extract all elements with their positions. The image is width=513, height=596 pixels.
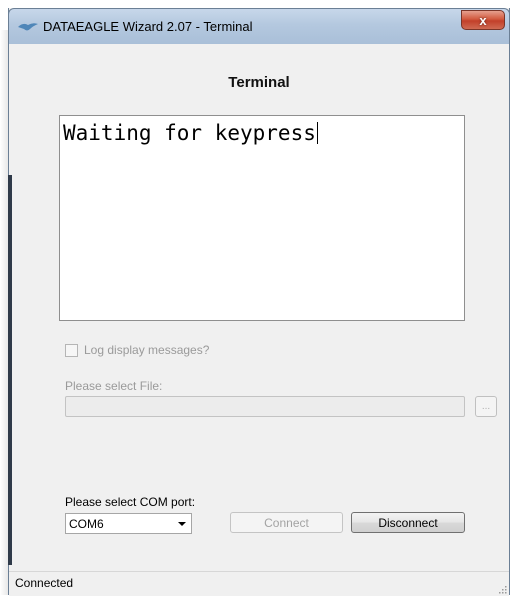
text-caret <box>316 122 318 144</box>
eagle-app-icon <box>18 23 38 31</box>
log-messages-option[interactable]: Log display messages? <box>65 342 209 358</box>
status-bar: Connected <box>9 571 509 596</box>
page-title: Terminal <box>228 74 290 91</box>
window-shadow-edge <box>8 175 12 565</box>
status-text: Connected <box>15 576 74 590</box>
file-path-field[interactable] <box>65 396 465 417</box>
window-title: DATAEAGLE Wizard 2.07 - Terminal <box>43 19 253 34</box>
com-port-label: Please select COM port: <box>65 495 196 509</box>
wizard-window: DATAEAGLE Wizard 2.07 - Terminal x Termi… <box>8 8 510 596</box>
terminal-text: Waiting for keypress <box>63 121 316 145</box>
resize-grip-icon[interactable] <box>497 584 507 594</box>
connect-button[interactable]: Connect <box>230 512 343 533</box>
ellipsis-icon: ... <box>481 401 491 412</box>
background-edge <box>0 30 8 595</box>
close-button[interactable]: x <box>461 10 505 30</box>
com-port-select[interactable]: COM6 <box>65 513 192 534</box>
close-icon: x <box>479 12 487 28</box>
title-bar[interactable]: DATAEAGLE Wizard 2.07 - Terminal x <box>8 8 510 44</box>
disconnect-button[interactable]: Disconnect <box>351 512 465 533</box>
log-messages-checkbox[interactable] <box>65 343 78 357</box>
terminal-output[interactable]: Waiting for keypress <box>59 115 465 321</box>
file-label: Please select File: <box>65 379 163 393</box>
browse-file-button[interactable]: ... <box>475 396 497 417</box>
client-area: Terminal Waiting for keypress Log displa… <box>9 44 509 571</box>
chevron-down-icon <box>178 522 186 526</box>
log-messages-label: Log display messages? <box>84 343 210 357</box>
com-port-value: COM6 <box>69 516 104 531</box>
